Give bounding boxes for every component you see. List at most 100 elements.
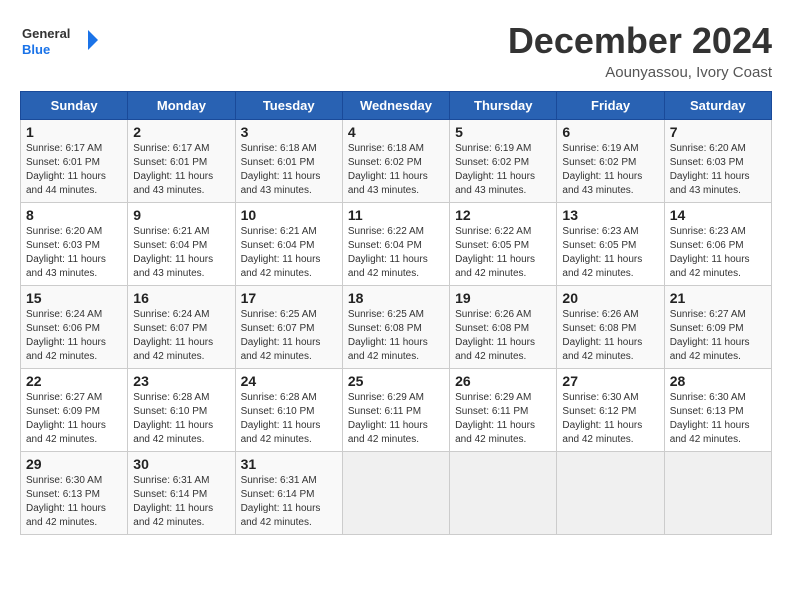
month-title: December 2024	[508, 20, 772, 62]
calendar-cell: 5Sunrise: 6:19 AM Sunset: 6:02 PM Daylig…	[450, 120, 557, 203]
cell-data: Sunrise: 6:28 AM Sunset: 6:10 PM Dayligh…	[241, 391, 337, 447]
week-row-1: 1 Sunrise: 6:17 AM Sunset: 6:01 PM Daylig…	[21, 120, 772, 203]
calendar-cell	[664, 452, 771, 535]
header-cell-saturday: Saturday	[664, 92, 771, 120]
calendar-cell: 8 Sunrise: 6:20 AM Sunset: 6:03 PM Daylig…	[21, 203, 128, 286]
calendar-cell: 7 Sunrise: 6:20 AM Sunset: 6:03 PM Daylig…	[664, 120, 771, 203]
cell-data: Sunrise: 6:22 AM Sunset: 6:04 PM Dayligh…	[348, 225, 444, 281]
cell-data: Sunrise: 6:17 AM Sunset: 6:01 PM Dayligh…	[26, 142, 122, 198]
page-header: General Blue December 2024 Aounyassou, I…	[20, 20, 772, 81]
cell-data: Sunrise: 6:29 AM Sunset: 6:11 PM Dayligh…	[455, 391, 551, 447]
svg-text:Blue: Blue	[22, 42, 50, 57]
cell-data: Sunrise: 6:25 AM Sunset: 6:07 PM Dayligh…	[241, 308, 337, 364]
day-number: 14	[670, 207, 766, 223]
calendar-cell	[450, 452, 557, 535]
cell-data: Sunrise: 6:30 AM Sunset: 6:13 PM Dayligh…	[670, 391, 766, 447]
cell-data: Sunrise: 6:24 AM Sunset: 6:07 PM Dayligh…	[133, 308, 229, 364]
calendar-cell: 26 Sunrise: 6:29 AM Sunset: 6:11 PM Dayli…	[450, 369, 557, 452]
calendar-cell: 14 Sunrise: 6:23 AM Sunset: 6:06 PM Dayli…	[664, 203, 771, 286]
day-number: 30	[133, 456, 229, 472]
day-number: 18	[348, 290, 444, 306]
day-number: 11	[348, 207, 444, 223]
day-number: 7	[670, 124, 766, 140]
day-number: 24	[241, 373, 337, 389]
calendar-cell: 15 Sunrise: 6:24 AM Sunset: 6:06 PM Dayli…	[21, 286, 128, 369]
calendar-cell: 21 Sunrise: 6:27 AM Sunset: 6:09 PM Dayli…	[664, 286, 771, 369]
calendar-cell: 13 Sunrise: 6:23 AM Sunset: 6:05 PM Dayli…	[557, 203, 664, 286]
day-number: 6	[562, 124, 658, 140]
day-number: 17	[241, 290, 337, 306]
cell-data: Sunrise: 6:22 AM Sunset: 6:05 PM Dayligh…	[455, 225, 551, 281]
calendar-cell: 24 Sunrise: 6:28 AM Sunset: 6:10 PM Dayli…	[235, 369, 342, 452]
calendar-cell: 11 Sunrise: 6:22 AM Sunset: 6:04 PM Dayli…	[342, 203, 449, 286]
day-number: 4	[348, 124, 444, 140]
header-cell-tuesday: Tuesday	[235, 92, 342, 120]
day-number: 8	[26, 207, 122, 223]
calendar-cell: 10 Sunrise: 6:21 AM Sunset: 6:04 PM Dayli…	[235, 203, 342, 286]
calendar-table: SundayMondayTuesdayWednesdayThursdayFrid…	[20, 91, 772, 535]
cell-data: Sunrise: 6:27 AM Sunset: 6:09 PM Dayligh…	[26, 391, 122, 447]
calendar-cell: 23Sunrise: 6:28 AM Sunset: 6:10 PM Dayli…	[128, 369, 235, 452]
day-number: 29	[26, 456, 122, 472]
cell-data: Sunrise: 6:30 AM Sunset: 6:12 PM Dayligh…	[562, 391, 658, 447]
logo: General Blue	[20, 20, 100, 64]
cell-data: Sunrise: 6:31 AM Sunset: 6:14 PM Dayligh…	[133, 474, 229, 530]
cell-data: Sunrise: 6:21 AM Sunset: 6:04 PM Dayligh…	[133, 225, 229, 281]
day-number: 20	[562, 290, 658, 306]
day-number: 27	[562, 373, 658, 389]
cell-data: Sunrise: 6:21 AM Sunset: 6:04 PM Dayligh…	[241, 225, 337, 281]
calendar-cell: 28Sunrise: 6:30 AM Sunset: 6:13 PM Dayli…	[664, 369, 771, 452]
calendar-cell: 1 Sunrise: 6:17 AM Sunset: 6:01 PM Daylig…	[21, 120, 128, 203]
cell-data: Sunrise: 6:20 AM Sunset: 6:03 PM Dayligh…	[26, 225, 122, 281]
day-number: 21	[670, 290, 766, 306]
cell-data: Sunrise: 6:25 AM Sunset: 6:08 PM Dayligh…	[348, 308, 444, 364]
cell-data: Sunrise: 6:29 AM Sunset: 6:11 PM Dayligh…	[348, 391, 444, 447]
title-block: December 2024 Aounyassou, Ivory Coast	[508, 20, 772, 81]
calendar-cell	[557, 452, 664, 535]
header-cell-sunday: Sunday	[21, 92, 128, 120]
week-row-2: 8 Sunrise: 6:20 AM Sunset: 6:03 PM Daylig…	[21, 203, 772, 286]
cell-data: Sunrise: 6:19 AM Sunset: 6:02 PM Dayligh…	[455, 142, 551, 198]
day-number: 1	[26, 124, 122, 140]
day-number: 25	[348, 373, 444, 389]
header-cell-thursday: Thursday	[450, 92, 557, 120]
cell-data: Sunrise: 6:18 AM Sunset: 6:02 PM Dayligh…	[348, 142, 444, 198]
calendar-cell: 27 Sunrise: 6:30 AM Sunset: 6:12 PM Dayli…	[557, 369, 664, 452]
cell-data: Sunrise: 6:24 AM Sunset: 6:06 PM Dayligh…	[26, 308, 122, 364]
day-number: 16	[133, 290, 229, 306]
header-cell-monday: Monday	[128, 92, 235, 120]
calendar-cell: 31Sunrise: 6:31 AM Sunset: 6:14 PM Dayli…	[235, 452, 342, 535]
day-number: 10	[241, 207, 337, 223]
week-row-4: 22Sunrise: 6:27 AM Sunset: 6:09 PM Dayli…	[21, 369, 772, 452]
logo-svg: General Blue	[20, 20, 100, 64]
day-number: 3	[241, 124, 337, 140]
day-number: 19	[455, 290, 551, 306]
cell-data: Sunrise: 6:30 AM Sunset: 6:13 PM Dayligh…	[26, 474, 122, 530]
header-cell-wednesday: Wednesday	[342, 92, 449, 120]
calendar-cell: 9 Sunrise: 6:21 AM Sunset: 6:04 PM Daylig…	[128, 203, 235, 286]
location: Aounyassou, Ivory Coast	[508, 64, 772, 81]
day-number: 15	[26, 290, 122, 306]
calendar-cell: 18 Sunrise: 6:25 AM Sunset: 6:08 PM Dayli…	[342, 286, 449, 369]
day-number: 9	[133, 207, 229, 223]
svg-text:General: General	[22, 26, 70, 41]
calendar-cell: 17 Sunrise: 6:25 AM Sunset: 6:07 PM Dayli…	[235, 286, 342, 369]
cell-data: Sunrise: 6:17 AM Sunset: 6:01 PM Dayligh…	[133, 142, 229, 198]
cell-data: Sunrise: 6:31 AM Sunset: 6:14 PM Dayligh…	[241, 474, 337, 530]
cell-data: Sunrise: 6:18 AM Sunset: 6:01 PM Dayligh…	[241, 142, 337, 198]
calendar-cell	[342, 452, 449, 535]
day-number: 26	[455, 373, 551, 389]
day-number: 12	[455, 207, 551, 223]
calendar-cell: 3 Sunrise: 6:18 AM Sunset: 6:01 PM Daylig…	[235, 120, 342, 203]
day-number: 13	[562, 207, 658, 223]
cell-data: Sunrise: 6:23 AM Sunset: 6:06 PM Dayligh…	[670, 225, 766, 281]
cell-data: Sunrise: 6:23 AM Sunset: 6:05 PM Dayligh…	[562, 225, 658, 281]
calendar-cell: 29 Sunrise: 6:30 AM Sunset: 6:13 PM Dayli…	[21, 452, 128, 535]
cell-data: Sunrise: 6:28 AM Sunset: 6:10 PM Dayligh…	[133, 391, 229, 447]
cell-data: Sunrise: 6:26 AM Sunset: 6:08 PM Dayligh…	[562, 308, 658, 364]
cell-data: Sunrise: 6:20 AM Sunset: 6:03 PM Dayligh…	[670, 142, 766, 198]
calendar-cell: 4 Sunrise: 6:18 AM Sunset: 6:02 PM Daylig…	[342, 120, 449, 203]
calendar-cell: 16 Sunrise: 6:24 AM Sunset: 6:07 PM Dayli…	[128, 286, 235, 369]
calendar-cell: 25 Sunrise: 6:29 AM Sunset: 6:11 PM Dayli…	[342, 369, 449, 452]
cell-data: Sunrise: 6:27 AM Sunset: 6:09 PM Dayligh…	[670, 308, 766, 364]
